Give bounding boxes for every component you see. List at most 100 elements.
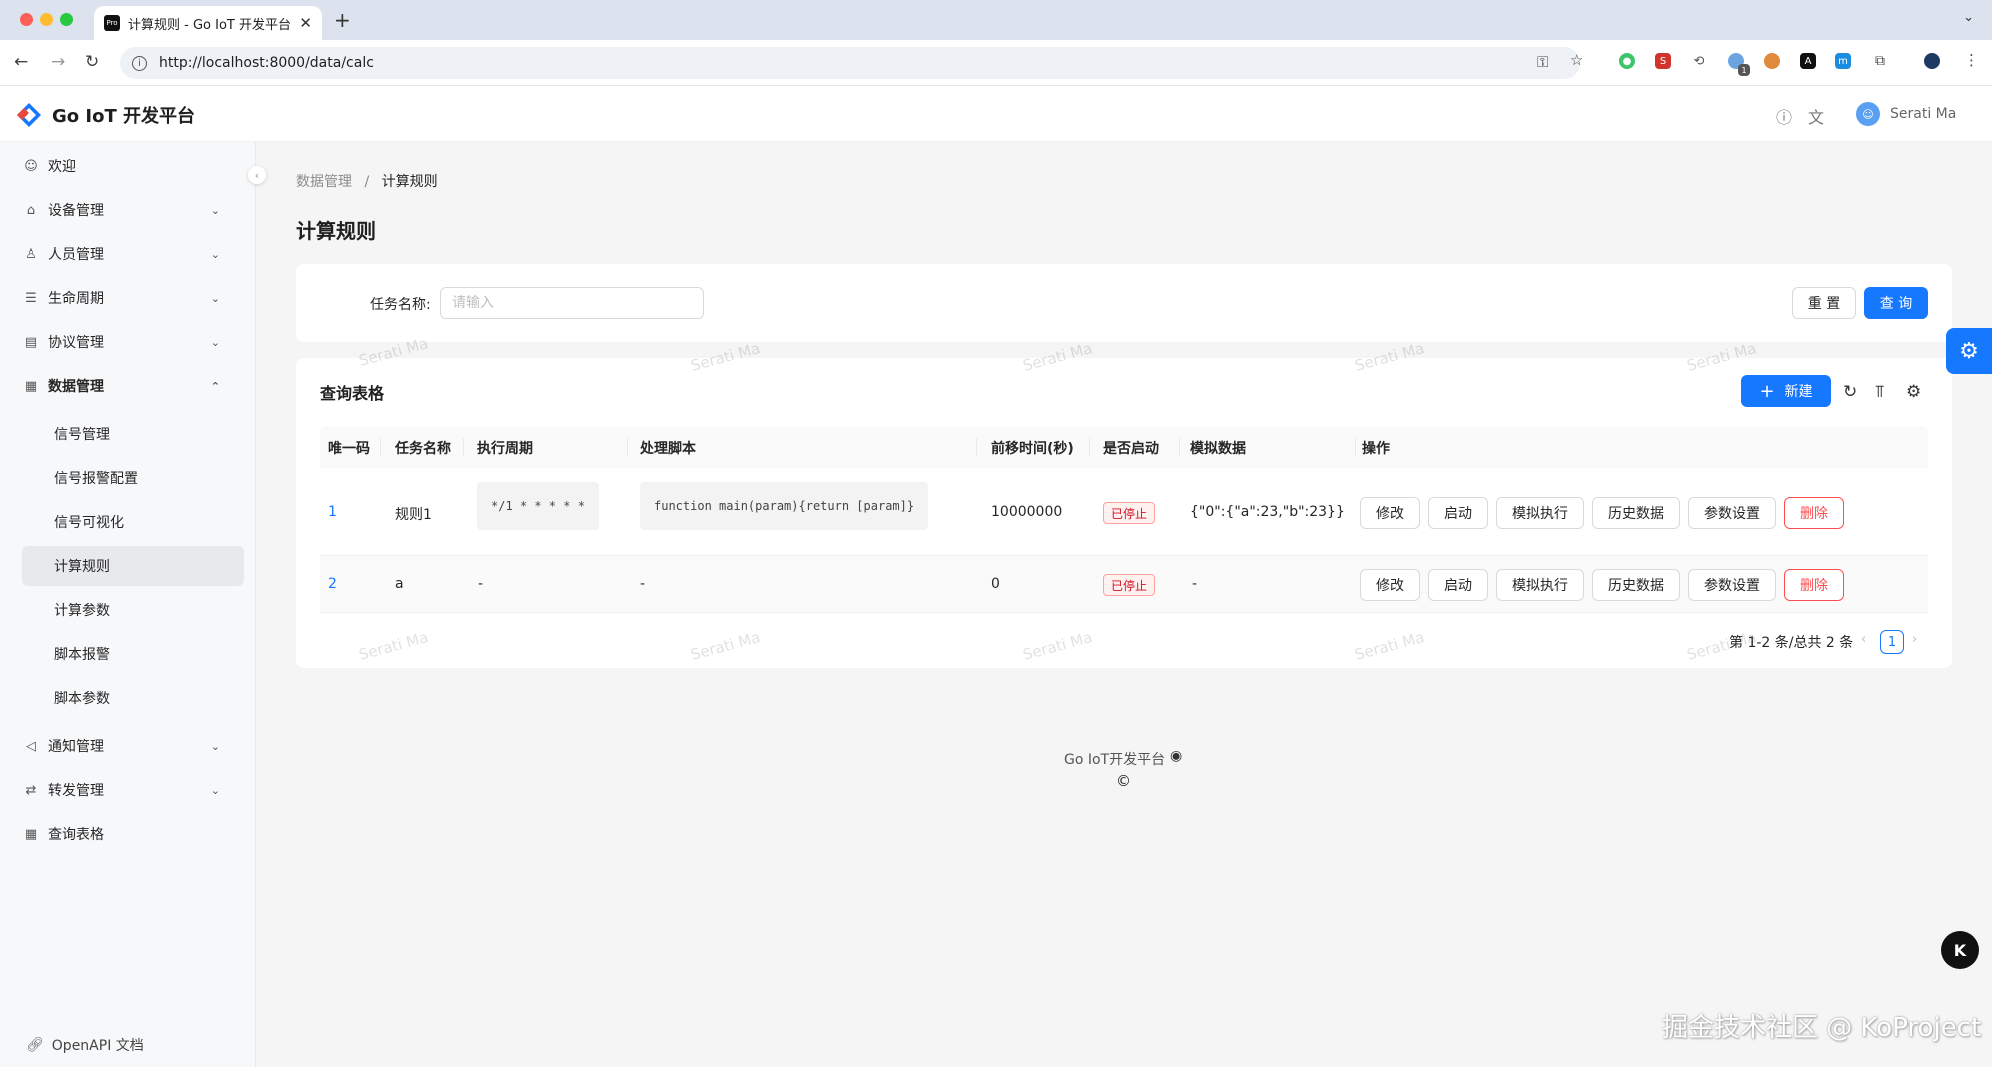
sidebar-subitem-script-params[interactable]: 脚本参数 xyxy=(22,678,244,718)
row-id-link[interactable]: 2 xyxy=(328,576,337,592)
bookmark-star-icon[interactable]: ☆ xyxy=(1570,51,1583,69)
github-icon[interactable]: ◉ xyxy=(1170,748,1182,764)
close-window-button[interactable] xyxy=(20,13,33,26)
sidebar-subitem-calc-params[interactable]: 计算参数 xyxy=(22,590,244,630)
table-icon: ▦ xyxy=(24,378,38,394)
chevron-down-icon: ⌄ xyxy=(210,247,220,261)
simulate-button[interactable]: 模拟执行 xyxy=(1496,497,1584,529)
sidebar-item-lifecycle[interactable]: ☰ 生命周期 ⌄ xyxy=(22,278,232,318)
back-icon[interactable]: ← xyxy=(14,52,28,72)
collapse-sidebar-icon[interactable]: ‹ xyxy=(248,166,266,184)
sidebar-item-data[interactable]: ▦ 数据管理 ⌃ xyxy=(22,366,232,406)
close-tab-icon[interactable]: ✕ xyxy=(299,14,312,32)
tab-title: 计算规则 - Go IoT 开发平台 xyxy=(128,17,291,33)
param-settings-button[interactable]: 参数设置 xyxy=(1688,569,1776,601)
new-tab-icon[interactable]: + xyxy=(334,8,351,32)
breadcrumb-separator: / xyxy=(364,174,370,190)
browser-toolbar: ← → ↻ i http://localhost:8000/data/calc … xyxy=(0,40,1992,86)
sidebar-subitem-signal[interactable]: 信号管理 xyxy=(22,414,244,454)
status-badge: 已停止 xyxy=(1103,502,1156,524)
extension-m-icon[interactable]: m xyxy=(1835,53,1851,69)
start-button[interactable]: 启动 xyxy=(1428,569,1488,601)
sidebar-subitem-script-alarm[interactable]: 脚本报警 xyxy=(22,634,244,674)
sidebar-subitem-signal-visual[interactable]: 信号可视化 xyxy=(22,502,244,542)
language-icon[interactable]: 文 xyxy=(1808,104,1824,128)
query-button[interactable]: 查 询 xyxy=(1864,287,1928,319)
delete-button[interactable]: 删除 xyxy=(1784,497,1844,529)
delete-button[interactable]: 删除 xyxy=(1784,569,1844,601)
sidebar-subitem-signal-alarm[interactable]: 信号报警配置 xyxy=(22,458,244,498)
settings-drawer-button[interactable]: ⚙ xyxy=(1946,328,1992,374)
column-divider xyxy=(380,438,381,456)
forward-icon[interactable]: → xyxy=(51,52,65,72)
edit-button[interactable]: 修改 xyxy=(1360,497,1420,529)
protocol-icon: ▤ xyxy=(24,334,38,350)
sidebar-item-device[interactable]: ⌂ 设备管理 ⌄ xyxy=(22,190,232,230)
profile-avatar-icon[interactable] xyxy=(1924,53,1940,69)
new-button[interactable]: + 新建 xyxy=(1741,375,1831,407)
refresh-icon[interactable]: ↻ xyxy=(1843,382,1857,402)
column-settings-icon[interactable]: ⚙ xyxy=(1906,382,1921,402)
column-header: 处理脚本 xyxy=(640,441,696,457)
extension-a-icon[interactable]: A xyxy=(1800,53,1816,69)
address-bar[interactable]: i http://localhost:8000/data/calc xyxy=(120,47,1580,79)
column-divider xyxy=(1179,438,1180,456)
column-divider xyxy=(627,438,628,456)
sidebar-item-label: 欢迎 xyxy=(48,159,76,175)
sidebar: ‹ ☺ 欢迎 ⌂ 设备管理 ⌄ ♙ 人员管理 ⌄ ☰ 生命周期 ⌄ ▤ 协议管理… xyxy=(0,142,266,1067)
tab-search-chevron-icon[interactable]: ⌄ xyxy=(1963,10,1974,25)
sidebar-item-label: 数据管理 xyxy=(48,379,104,395)
row-id-link[interactable]: 1 xyxy=(328,504,337,520)
browser-tab[interactable]: Pro 计算规则 - Go IoT 开发平台 ✕ xyxy=(94,6,322,40)
param-settings-button[interactable]: 参数设置 xyxy=(1688,497,1776,529)
site-info-icon[interactable]: i xyxy=(132,55,147,71)
start-button[interactable]: 启动 xyxy=(1428,497,1488,529)
row-script: - xyxy=(640,576,646,592)
sidebar-item-notify[interactable]: ◁ 通知管理 ⌄ xyxy=(22,726,232,766)
sidebar-subitem-label: 信号管理 xyxy=(54,427,110,443)
browser-menu-icon[interactable]: ⋮ xyxy=(1964,51,1979,69)
extension-s-icon[interactable]: S xyxy=(1655,53,1671,69)
row-cron: - xyxy=(478,576,484,592)
user-name[interactable]: Serati Ma xyxy=(1890,106,1956,122)
maximize-window-button[interactable] xyxy=(60,13,73,26)
sidebar-subitem-label: 信号可视化 xyxy=(54,515,124,531)
password-key-icon[interactable]: ⚿ xyxy=(1537,53,1548,71)
help-icon[interactable]: ⓘ xyxy=(1776,104,1792,128)
history-button[interactable]: 历史数据 xyxy=(1592,569,1680,601)
extension-green-icon[interactable]: ● xyxy=(1619,53,1635,69)
column-header: 任务名称 xyxy=(395,441,451,457)
breadcrumb-current: 计算规则 xyxy=(381,174,438,190)
column-header: 操作 xyxy=(1362,441,1390,457)
reload-icon[interactable]: ↻ xyxy=(85,52,99,72)
breadcrumb-parent[interactable]: 数据管理 xyxy=(296,174,352,190)
simulate-button[interactable]: 模拟执行 xyxy=(1496,569,1584,601)
sidebar-item-welcome[interactable]: ☺ 欢迎 xyxy=(22,146,232,186)
page-number-button[interactable]: 1 xyxy=(1880,630,1904,654)
avatar[interactable]: ☺ xyxy=(1856,102,1880,126)
floating-k-button[interactable]: K xyxy=(1941,931,1979,969)
row-script: function main(param){return [param]} xyxy=(640,482,929,530)
sidebar-item-label: 生命周期 xyxy=(48,291,104,307)
list-icon: ☰ xyxy=(25,290,37,306)
edit-button[interactable]: 修改 xyxy=(1360,569,1420,601)
minimize-window-button[interactable] xyxy=(40,13,53,26)
extensions-puzzle-icon[interactable]: ⧉ xyxy=(1872,53,1888,69)
sidebar-subitem-calc-rules[interactable]: 计算规则 xyxy=(22,546,244,586)
reset-button[interactable]: 重 置 xyxy=(1792,287,1856,319)
next-page-icon[interactable]: › xyxy=(1912,632,1917,647)
extension-orange-icon[interactable] xyxy=(1764,53,1780,69)
sidebar-item-protocol[interactable]: ▤ 协议管理 ⌄ xyxy=(22,322,232,362)
openapi-link[interactable]: 🔗︎ OpenAPI 文档 xyxy=(26,1035,144,1055)
table-title: 查询表格 xyxy=(320,384,385,403)
forward-icon: ⇄ xyxy=(25,782,37,798)
history-button[interactable]: 历史数据 xyxy=(1592,497,1680,529)
column-height-icon[interactable]: ⫪ xyxy=(1875,382,1885,402)
footer-text: Go IoT开发平台 xyxy=(1064,752,1166,768)
history-icon[interactable]: ⟲ xyxy=(1691,53,1707,69)
sidebar-item-users[interactable]: ♙ 人员管理 ⌄ xyxy=(22,234,232,274)
sidebar-item-query-table[interactable]: ▦ 查询表格 xyxy=(22,814,232,854)
task-name-input[interactable] xyxy=(440,287,704,319)
sidebar-item-forward[interactable]: ⇄ 转发管理 ⌄ xyxy=(22,770,232,810)
prev-page-icon[interactable]: ‹ xyxy=(1861,632,1866,647)
